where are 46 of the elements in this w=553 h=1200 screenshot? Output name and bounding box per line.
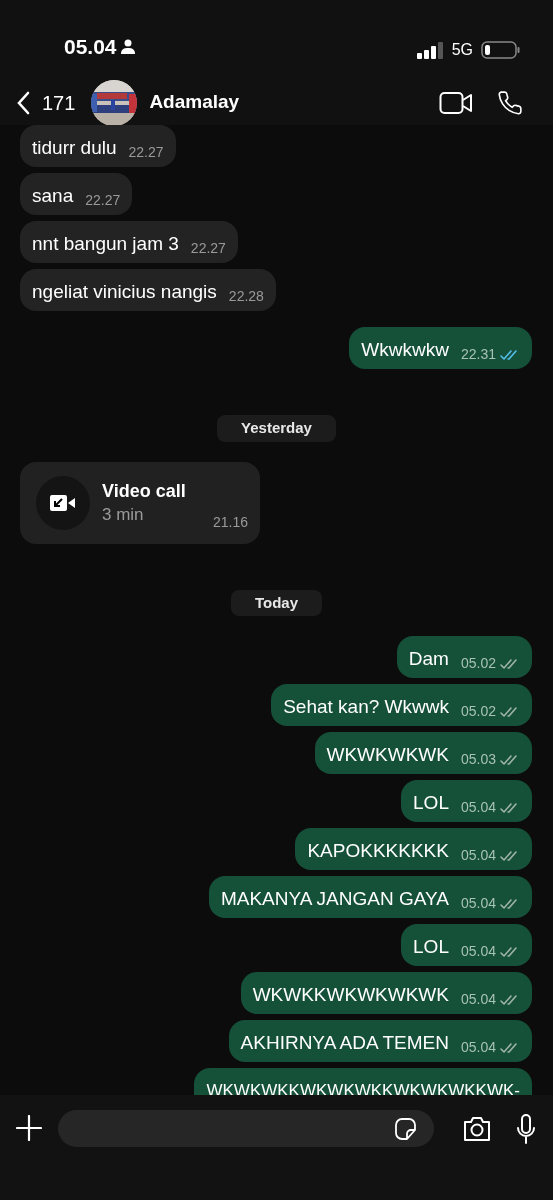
call-bubble[interactable]: Video call 3 min 21.16 [20, 461, 260, 544]
date-chip: Today [230, 589, 323, 616]
message-time: 22.27 [190, 239, 226, 258]
message-text: LOL [413, 935, 449, 959]
network-label: 5G [451, 40, 473, 60]
message-time: 05.04 [460, 990, 496, 1009]
contact-name: Adamalay [149, 90, 241, 115]
call-title: Video call [102, 479, 187, 503]
message-time: 05.04 [460, 846, 496, 865]
phone-button[interactable] [497, 89, 523, 116]
message-text: nnt bangun jam 3 [32, 232, 179, 256]
battery-icon [481, 41, 521, 59]
message-text: AKHIRNYA ADA TEMEN [240, 1031, 449, 1055]
message-text: ngeliat vinicius nangis [32, 280, 217, 304]
message-time: 05.04 [460, 942, 496, 961]
message-text: Dam [408, 647, 449, 671]
message-time: 22.27 [128, 143, 164, 162]
message-text: LOL [413, 791, 449, 815]
message-text: Sehat kan? Wkwwk [283, 695, 449, 719]
message-time: 05.03 [460, 750, 496, 769]
message-text: MAKANYA JANGAN GAYA [220, 887, 449, 911]
clock-time: 05.04 [64, 33, 117, 60]
message-text: KAPOKKKKKKK [307, 839, 449, 863]
message-time: 05.04 [460, 1038, 496, 1057]
message-time: 05.04 [460, 798, 496, 817]
message-time: 22.31 [460, 345, 496, 364]
message-time: 05.02 [460, 702, 496, 721]
message-time: 05.02 [460, 654, 496, 673]
call-duration: 3 min [102, 503, 144, 526]
message-time: 05.04 [460, 894, 496, 913]
message-time: 21.16 [212, 512, 248, 532]
message-text: WKWKKWKWKWKWK [252, 983, 449, 1007]
sticker-icon[interactable] [394, 1116, 418, 1141]
date-chip: Yesterday [217, 415, 336, 442]
signal-icon [416, 41, 444, 59]
video-call-button[interactable] [439, 90, 473, 115]
person-icon [120, 38, 135, 54]
message-text: WKWKWKWK [326, 743, 449, 767]
message-input-field[interactable] [58, 1110, 434, 1147]
message-text: tidurr dulu [32, 136, 117, 160]
message-text: Wkwkwkw [361, 338, 449, 362]
back-button[interactable]: 171 [16, 87, 76, 118]
chevron-left-icon[interactable] [16, 90, 30, 115]
message-time: 22.27 [85, 191, 121, 210]
message-time: 22.28 [228, 287, 264, 306]
message-text: sana [32, 184, 74, 208]
